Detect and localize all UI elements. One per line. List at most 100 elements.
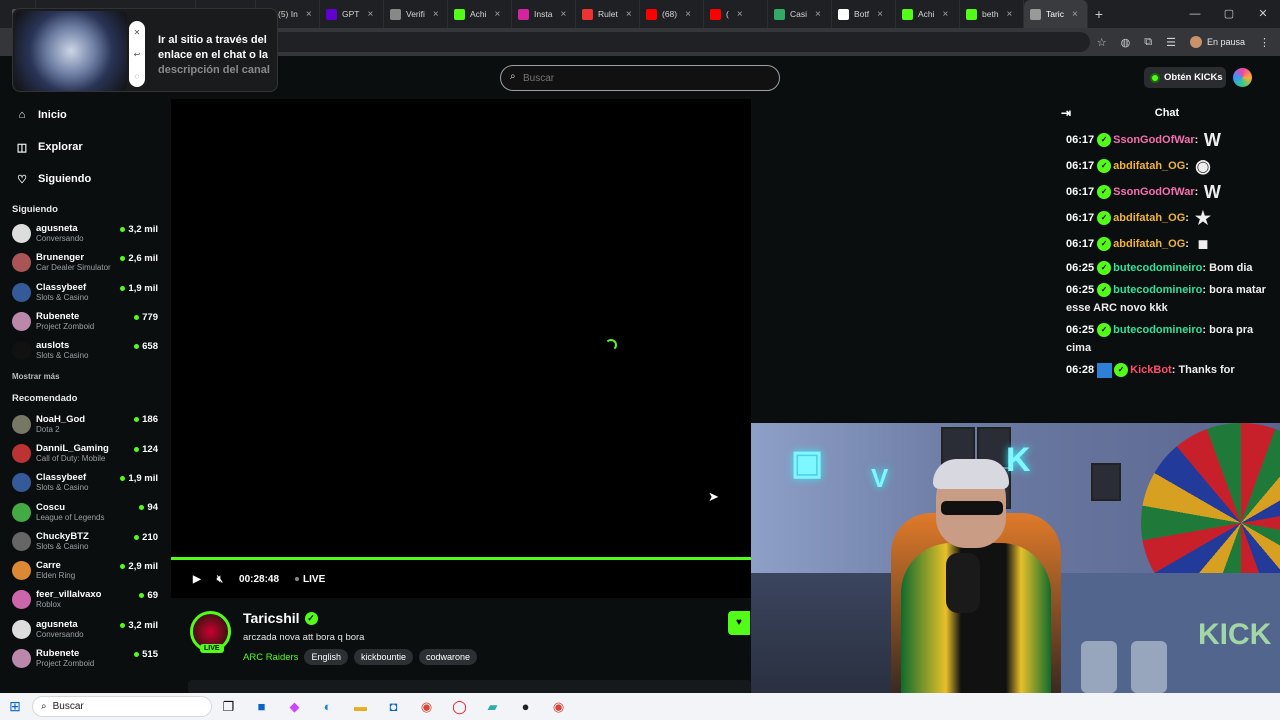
chrome-icon[interactable]: ◉ <box>542 699 575 715</box>
chat-timestamp: 06:17 <box>1066 133 1095 146</box>
browser-tab[interactable]: Taric × <box>1024 0 1088 28</box>
show-more-link[interactable]: Mostrar más <box>0 365 170 389</box>
popup-mic-icon[interactable]: ◌ <box>135 72 140 81</box>
browser-tab[interactable]: Botf × <box>832 0 896 28</box>
extensions-puzzle-icon[interactable]: ⧉ <box>1144 36 1152 49</box>
browser-tab[interactable]: (68) × <box>640 0 704 28</box>
store-icon[interactable]: ■ <box>245 699 278 714</box>
windows-start-icon[interactable]: ⊞ <box>0 698 30 715</box>
edge-icon[interactable]: ◐ <box>311 699 344 714</box>
new-tab-button[interactable]: + <box>1088 6 1110 22</box>
stream-tag[interactable]: codwarone <box>419 649 478 665</box>
sidebar-channel[interactable]: Rubenete Project Zomboid 515 <box>0 644 170 673</box>
tab-close-icon[interactable]: × <box>367 9 373 20</box>
chat-username[interactable]: SsonGodOfWar <box>1113 134 1194 146</box>
sidebar-channel[interactable]: feer_villalvaxo Roblox 69 <box>0 585 170 614</box>
opera-icon[interactable]: ◯ <box>443 699 476 715</box>
tab-close-icon[interactable]: × <box>626 9 632 20</box>
search-box[interactable]: ⌕ <box>500 65 780 91</box>
viewer-count: 1,9 mil <box>120 473 158 484</box>
mute-icon[interactable]: 🔇︎ <box>217 574 223 585</box>
taskbar-search[interactable]: ⌕ Buscar <box>32 696 212 717</box>
sidebar-channel[interactable]: agusneta Conversando 3,2 mil <box>0 615 170 644</box>
sidebar-channel[interactable]: ChuckyBTZ Slots & Casino 210 <box>0 527 170 556</box>
popup-close-icon[interactable]: ✕ <box>134 28 141 37</box>
chrome-icon[interactable]: ◉ <box>410 699 443 715</box>
heart-icon: ♡ <box>17 173 27 186</box>
live-indicator[interactable]: LIVE <box>295 574 325 585</box>
browser-tab[interactable]: Insta × <box>512 0 576 28</box>
close-window-button[interactable]: ✕ <box>1246 0 1280 28</box>
sidebar-channel[interactable]: Classybeef Slots & Casino 1,9 mil <box>0 278 170 307</box>
tab-close-icon[interactable]: × <box>685 9 691 20</box>
tab-label: beth <box>982 9 999 19</box>
browser-menu-icon[interactable]: ⋮ <box>1259 36 1270 49</box>
sidebar-channel[interactable]: auslots Slots & Casino 658 <box>0 336 170 365</box>
tab-close-icon[interactable]: × <box>877 9 883 20</box>
get-kicks-button[interactable]: Obtén KICKs <box>1144 67 1226 88</box>
tab-close-icon[interactable]: × <box>1072 9 1078 20</box>
user-avatar[interactable] <box>1233 68 1252 87</box>
chat-username[interactable]: abdifatah_OG <box>1113 238 1185 250</box>
popup-control-pill[interactable]: ✕ ↩ ◌ <box>129 21 145 87</box>
sidebar-channel[interactable]: DanniL_Gaming Call of Duty: Mobile 124 <box>0 439 170 468</box>
copilot-icon[interactable]: ◆ <box>278 699 311 715</box>
maximize-button[interactable]: ▢ <box>1212 0 1246 28</box>
sidebar-nav-siguiendo[interactable]: ♡ Siguiendo <box>0 163 170 195</box>
chat-username[interactable]: abdifatah_OG <box>1113 212 1185 224</box>
sidebar-channel[interactable]: Coscu League of Legends 94 <box>0 497 170 526</box>
play-icon[interactable]: ▶ <box>193 574 201 585</box>
steam-icon[interactable]: ● <box>509 699 542 714</box>
browser-tab[interactable]: Casi × <box>768 0 832 28</box>
reading-list-icon[interactable]: ☰ <box>1166 36 1176 49</box>
stream-tag[interactable]: kickbountie <box>353 649 413 665</box>
tab-close-icon[interactable]: × <box>1007 9 1013 20</box>
tab-close-icon[interactable]: × <box>815 9 821 20</box>
collapse-chat-icon[interactable]: ⇥ <box>1061 106 1071 120</box>
chat-username[interactable]: butecodomineiro <box>1113 262 1202 274</box>
browser-tab[interactable]: Achi × <box>448 0 512 28</box>
bookmark-star-icon[interactable]: ☆ <box>1097 36 1107 49</box>
chat-username[interactable]: KickBot <box>1130 364 1172 376</box>
sidebar-channel[interactable]: Rubenete Project Zomboid 779 <box>0 307 170 336</box>
streamer-name[interactable]: Taricshil ✓ <box>243 610 318 626</box>
outlook-icon[interactable]: ◘ <box>377 699 410 714</box>
popup-back-icon[interactable]: ↩ <box>134 50 141 59</box>
address-bar[interactable] <box>270 32 1090 52</box>
sidebar-channel[interactable]: Brunenger Car Dealer Simulator 2,6 mil <box>0 248 170 277</box>
sidebar-nav-explorar[interactable]: ◫ Explorar <box>0 131 170 163</box>
browser-tab[interactable]: Verifi × <box>384 0 448 28</box>
extension-icon[interactable]: ◍ <box>1121 36 1131 49</box>
sidebar-channel[interactable]: NoaH_God Dota 2 186 <box>0 409 170 438</box>
chat-username[interactable]: butecodomineiro <box>1113 284 1202 296</box>
task-view-icon[interactable]: ❐ <box>212 699 245 715</box>
follow-button[interactable]: ♥ <box>728 611 750 635</box>
browser-tab[interactable]: Rulet × <box>576 0 640 28</box>
app-icon[interactable]: ▰ <box>476 699 509 715</box>
browser-tab[interactable]: Achi × <box>896 0 960 28</box>
sidebar-channel[interactable]: agusneta Conversando 3,2 mil <box>0 219 170 248</box>
browser-tab[interactable]: (× <box>704 0 768 28</box>
tab-close-icon[interactable]: × <box>495 9 501 20</box>
browser-tab[interactable]: GPT × <box>320 0 384 28</box>
sidebar-channel[interactable]: Carre Elden Ring 2,9 mil <box>0 556 170 585</box>
video-overlay-popup[interactable]: ✕ ↩ ◌ Ir al sitio a través del enlace en… <box>12 8 278 92</box>
profile-paused-button[interactable]: En pausa <box>1189 36 1245 48</box>
browser-tab[interactable]: beth × <box>960 0 1024 28</box>
tab-close-icon[interactable]: × <box>433 9 439 20</box>
tab-close-icon[interactable]: × <box>306 9 312 20</box>
video-player[interactable]: ➤ <box>171 99 751 557</box>
category-link[interactable]: ARC Raiders <box>243 652 298 663</box>
minimize-button[interactable]: — <box>1178 0 1212 28</box>
sidebar-nav-inicio[interactable]: ⌂ Inicio <box>0 99 170 131</box>
tab-close-icon[interactable]: × <box>737 9 743 20</box>
chat-username[interactable]: abdifatah_OG <box>1113 160 1185 172</box>
search-input[interactable] <box>523 66 773 90</box>
chat-username[interactable]: butecodomineiro <box>1113 324 1202 336</box>
sidebar-channel[interactable]: Classybeef Slots & Casino 1,9 mil <box>0 468 170 497</box>
tab-close-icon[interactable]: × <box>560 9 566 20</box>
chat-username[interactable]: SsonGodOfWar <box>1113 186 1194 198</box>
tab-close-icon[interactable]: × <box>943 9 949 20</box>
stream-tag[interactable]: English <box>304 649 348 665</box>
file-explorer-icon[interactable]: ▬ <box>344 699 377 714</box>
